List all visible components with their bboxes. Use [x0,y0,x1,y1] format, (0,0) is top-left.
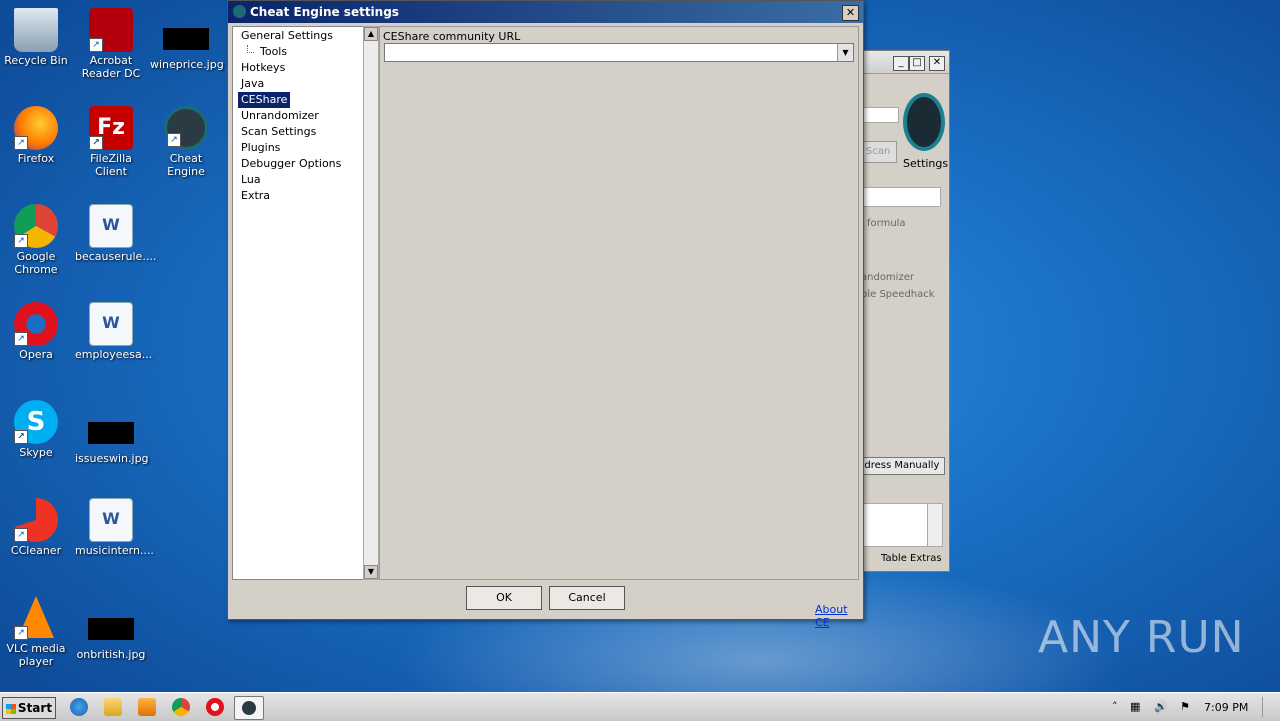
cheat-engine-main-window[interactable]: _ □ ✕ Scan Settings formula andomizer bl… [856,50,950,572]
tree-item-lua[interactable]: Lua [238,172,264,188]
speedhack-label: ble Speedhack [861,289,935,300]
cheat-engine-icon: ↗ [164,106,208,150]
desktop-icon-opera[interactable]: ↗ Opera [0,302,72,361]
show-hidden-icons-icon[interactable]: ˄ [1112,700,1118,713]
tree-item-extra[interactable]: Extra [238,188,273,204]
tree-item-unrandomizer[interactable]: Unrandomizer [238,108,322,124]
tree-item-general-settings[interactable]: General Settings [238,28,336,44]
scroll-down-icon[interactable]: ▼ [364,565,378,579]
image-thumbnail-icon [163,28,209,50]
tree-item-hotkeys[interactable]: Hotkeys [238,60,288,76]
bg-value-field[interactable] [863,187,941,207]
add-address-button[interactable]: ddress Manually [857,457,945,475]
close-icon[interactable]: ✕ [842,5,859,21]
image-thumbnail-icon [88,422,134,444]
table-extras-label[interactable]: Table Extras [881,553,942,564]
desktop-icon-acrobat[interactable]: ↗ Acrobat Reader DC [75,8,147,80]
tree-item-ceshare[interactable]: CEShare [238,92,291,108]
cancel-button[interactable]: Cancel [549,586,625,610]
recycle-bin-icon [14,8,58,52]
maximize-icon[interactable]: □ [909,56,925,71]
tree-item-plugins[interactable]: Plugins [238,140,283,156]
clock[interactable]: 7:09 PM [1204,701,1248,714]
desktop-icon-onbritish[interactable]: onbritish.jpg [75,608,147,661]
vlc-icon: ↗ [14,596,58,640]
word-document-icon: W [89,204,133,248]
file-explorer-icon[interactable] [104,698,122,716]
desktop-icon-recycle-bin[interactable]: Recycle Bin [0,8,72,67]
scroll-up-icon[interactable]: ▲ [364,27,378,41]
ceshare-url-combobox[interactable]: ▼ [384,43,854,62]
tree-scrollbar[interactable]: ▲ ▼ [363,26,379,580]
ceshare-url-label: CEShare community URL [383,30,521,43]
image-thumbnail-icon [88,618,134,640]
address-list[interactable] [863,503,937,547]
chrome-icon: ↗ [14,204,58,248]
skype-icon: S ↗ [14,400,58,444]
settings-tree[interactable]: General Settings Tools Hotkeys Java CESh… [232,26,364,580]
ccleaner-icon: ↗ [14,498,58,542]
dialog-titlebar[interactable]: Cheat Engine settings ✕ [228,1,863,23]
dialog-title: Cheat Engine settings [250,5,399,19]
desktop-icon-cheat-engine[interactable]: ↗ Cheat Engine [150,106,222,178]
shortcut-arrow-icon: ↗ [89,38,103,52]
cheat-engine-icon [233,5,246,18]
list-scrollbar[interactable] [927,503,943,547]
scan-button[interactable]: Scan [859,141,897,163]
formula-label: formula [867,218,906,229]
watermark: ANY RUN [1038,612,1245,663]
media-player-icon[interactable] [138,698,156,716]
ceshare-url-input[interactable] [385,44,841,59]
cheat-engine-taskbar-icon[interactable] [234,696,264,720]
firefox-icon: ↗ [14,106,58,150]
minimize-icon[interactable]: _ [893,56,909,71]
about-link[interactable]: About CE [815,603,863,629]
desktop-icon-wineprice[interactable]: wineprice.jpg [150,18,224,71]
desktop-icon-chrome[interactable]: ↗ Google Chrome [0,204,72,276]
bg-address-field[interactable] [861,107,899,123]
volume-icon[interactable]: 🔊 [1154,700,1168,713]
opera-icon: ↗ [14,302,58,346]
unrandomizer-label: andomizer [861,272,914,283]
desktop-icon-firefox[interactable]: ↗ Firefox [0,106,72,165]
desktop-icon-issueswin[interactable]: issueswin.jpg [75,412,149,465]
tree-item-scan-settings[interactable]: Scan Settings [238,124,319,140]
chevron-down-icon[interactable]: ▼ [837,44,853,61]
settings-label[interactable]: Settings [903,157,948,170]
start-button[interactable]: Start [2,697,56,719]
action-center-flag-icon[interactable]: ⚑ [1180,700,1190,713]
show-desktop-button[interactable] [1262,697,1277,717]
opera-icon[interactable] [206,698,224,716]
windows-logo-icon [5,703,16,714]
acrobat-icon: ↗ [89,8,133,52]
tree-item-java[interactable]: Java [238,76,267,92]
chrome-icon[interactable] [172,698,190,716]
desktop-icon-employeesa[interactable]: W employeesa... [75,302,152,361]
desktop-icon-musicintern[interactable]: W musicintern.... [75,498,154,557]
filezilla-icon: Fz ↗ [89,106,133,150]
internet-explorer-icon[interactable] [70,698,88,716]
close-icon[interactable]: ✕ [929,56,945,71]
tree-item-tools[interactable]: Tools [257,44,290,60]
cheat-engine-logo-icon [903,93,945,151]
settings-dialog[interactable]: Cheat Engine settings ✕ General Settings… [227,0,864,629]
network-icon[interactable]: ▦ [1130,700,1140,713]
taskbar: Start ˄ ▦ 🔊 ⚑ 7:09 PM [0,692,1280,721]
desktop-icon-vlc[interactable]: ↗ VLC media player [0,596,72,668]
tree-item-debugger-options[interactable]: Debugger Options [238,156,344,172]
ceshare-settings-panel: CEShare community URL ▼ [379,26,859,580]
desktop-icon-skype[interactable]: S ↗ Skype [0,400,72,459]
ok-button[interactable]: OK [466,586,542,610]
tree-connector-icon [247,45,254,53]
word-document-icon: W [89,498,133,542]
word-document-icon: W [89,302,133,346]
desktop-icon-ccleaner[interactable]: ↗ CCleaner [0,498,72,557]
bg-window-titlebar[interactable]: _ □ ✕ [857,51,949,74]
desktop-icon-filezilla[interactable]: Fz ↗ FileZilla Client [75,106,147,178]
desktop-icon-becauserule[interactable]: W becauserule.... [75,204,156,263]
